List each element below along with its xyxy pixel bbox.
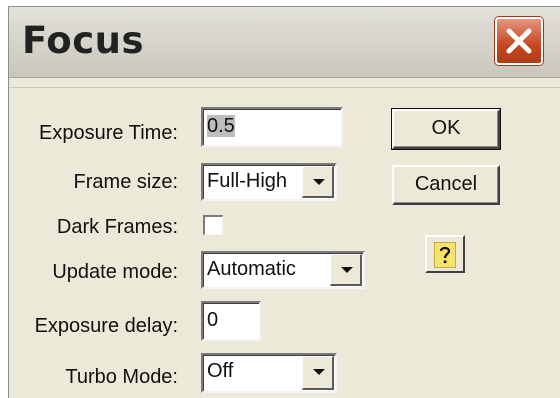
- exposure-delay-label: Exposure delay:: [34, 315, 178, 337]
- update-mode-dropdown-button[interactable]: [330, 254, 362, 286]
- frame-size-select[interactable]: Full-High: [201, 163, 337, 201]
- chevron-down-icon: [313, 179, 325, 185]
- title-separator: [9, 87, 560, 88]
- chevron-down-icon: [341, 267, 353, 273]
- help-button[interactable]: [425, 235, 465, 273]
- dark-frames-checkbox[interactable]: [203, 215, 223, 235]
- cancel-button[interactable]: Cancel: [392, 165, 500, 205]
- window-title: Focus: [22, 19, 144, 62]
- turbo-mode-dropdown-button[interactable]: [302, 356, 334, 390]
- focus-dialog: Focus Exposure Time: 0.5 Frame size: Ful…: [8, 6, 560, 398]
- update-mode-select[interactable]: Automatic: [201, 251, 365, 289]
- exposure-time-input[interactable]: 0.5: [201, 107, 343, 147]
- title-bar: Focus: [9, 7, 560, 78]
- ok-button[interactable]: OK: [391, 108, 501, 150]
- close-button[interactable]: [495, 17, 543, 65]
- exposure-time-value: 0.5: [207, 115, 235, 137]
- exposure-delay-value: 0: [207, 309, 219, 331]
- turbo-mode-label: Turbo Mode:: [65, 366, 178, 388]
- frame-size-label: Frame size:: [73, 171, 178, 193]
- frame-size-dropdown-button[interactable]: [302, 166, 334, 198]
- dark-frames-label: Dark Frames:: [56, 216, 178, 238]
- chevron-down-icon: [313, 369, 325, 375]
- help-icon: [434, 242, 456, 268]
- update-mode-label: Update mode:: [52, 261, 178, 283]
- close-icon: [506, 28, 532, 54]
- exposure-delay-input[interactable]: 0: [201, 301, 261, 341]
- exposure-time-label: Exposure Time:: [39, 122, 178, 144]
- turbo-mode-select[interactable]: Off: [201, 353, 337, 393]
